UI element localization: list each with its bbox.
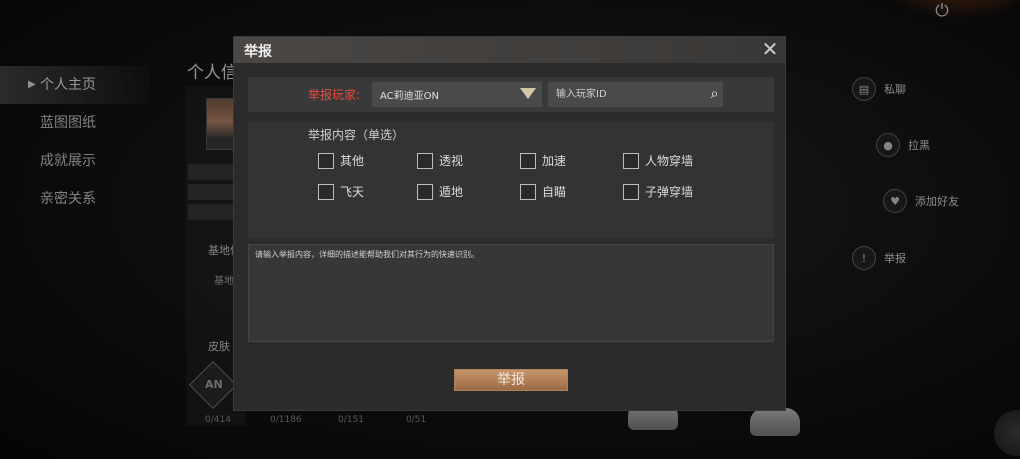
close-icon[interactable]: ✕ [759, 38, 781, 60]
checkbox[interactable] [520, 183, 536, 200]
checkbox[interactable] [417, 152, 433, 169]
report-description-input[interactable] [249, 245, 773, 341]
checkbox[interactable] [318, 152, 334, 169]
player-id-input[interactable] [548, 82, 723, 107]
report-content-section: 举报内容（单选） 其他 透视 加速 人物穿墙 飞天 遁地 自瞄 子弹穿墙 [248, 122, 774, 238]
checkbox[interactable] [417, 183, 433, 200]
player-dropdown[interactable]: AC莉迪亚ON [372, 82, 542, 107]
option-underground[interactable]: 遁地 [417, 183, 463, 200]
player-dropdown-value: AC莉迪亚ON [380, 91, 439, 102]
report-player-row: 举报玩家: AC莉迪亚ON ⌕ [248, 77, 774, 112]
option-label: 人物穿墙 [645, 154, 694, 168]
search-icon[interactable]: ⌕ [704, 84, 725, 105]
report-content-label: 举报内容（单选） [308, 128, 405, 142]
report-player-label: 举报玩家: [308, 88, 361, 102]
checkbox[interactable] [623, 183, 639, 200]
modal-header: 举报 ✕ [234, 37, 785, 63]
chevron-down-icon [520, 88, 536, 99]
option-label: 遁地 [439, 185, 464, 199]
report-modal: 举报 ✕ 举报玩家: AC莉迪亚ON ⌕ 举报内容（单选） 其他 透视 加速 人… [233, 36, 786, 411]
option-wallhack[interactable]: 透视 [417, 152, 463, 169]
option-noclip[interactable]: 人物穿墙 [623, 152, 693, 169]
option-other[interactable]: 其他 [318, 152, 364, 169]
option-speedhack[interactable]: 加速 [520, 152, 566, 169]
checkbox[interactable] [623, 152, 639, 169]
option-label: 加速 [542, 154, 567, 168]
option-label: 自瞄 [542, 185, 567, 199]
option-fly[interactable]: 飞天 [318, 183, 364, 200]
option-label: 其他 [340, 154, 365, 168]
option-aimbot[interactable]: 自瞄 [520, 183, 566, 200]
option-label: 飞天 [340, 185, 365, 199]
checkbox[interactable] [520, 152, 536, 169]
report-text-area-wrap [248, 244, 774, 342]
option-label: 透视 [439, 154, 464, 168]
option-label: 子弹穿墙 [645, 185, 694, 199]
checkbox[interactable] [318, 183, 334, 200]
option-bullet-through-wall[interactable]: 子弹穿墙 [623, 183, 693, 200]
submit-report-button[interactable]: 举报 [454, 369, 568, 391]
modal-title: 举报 [244, 44, 272, 60]
